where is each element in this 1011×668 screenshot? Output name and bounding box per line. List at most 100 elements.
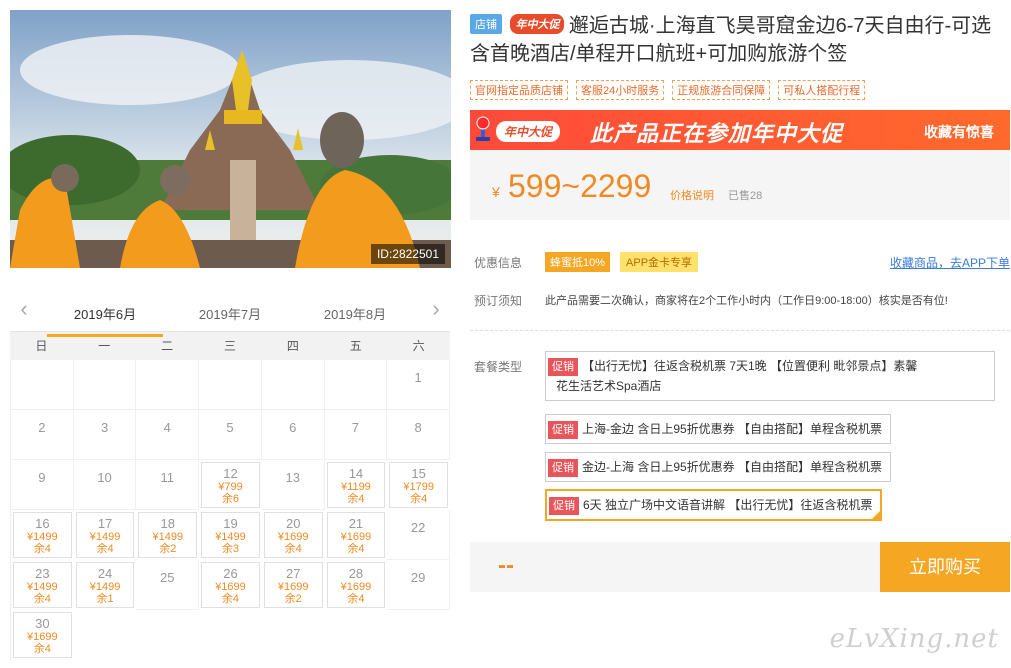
day-number: 21 <box>348 516 364 531</box>
day-number: 4 <box>163 420 171 435</box>
package-option[interactable]: 促销 【出行无忧】往返含税机票 7天1晚 【位置便利 毗邻景点】素馨 花生活艺术S… <box>545 351 995 401</box>
day-price: ¥1499 <box>89 581 121 593</box>
day-number: 13 <box>285 470 300 485</box>
chevron-right-icon[interactable]: › <box>426 298 446 322</box>
day-stock: 余4 <box>410 493 428 505</box>
day-price: ¥1499 <box>215 531 246 543</box>
calendar-day-available[interactable]: 20 ¥1699 余4 <box>263 512 323 558</box>
tab-month-jun[interactable]: 2019年6月 <box>47 304 163 337</box>
day-price: ¥1499 <box>27 581 58 593</box>
package-name: 【出行无忧】往返含税机票 7天1晚 【位置便利 毗邻景点】素馨 <box>582 359 918 373</box>
calendar-day: 25 <box>136 560 200 610</box>
day-number: 6 <box>289 420 297 435</box>
day-number: 1 <box>414 370 422 385</box>
day-number: 15 <box>411 466 426 481</box>
booking-notice-text: 此产品需要二次确认，商家将在2个工作小时内（工作日9:00-18:00）核实是否… <box>545 295 948 307</box>
calendar-day: 1 <box>387 360 450 410</box>
day-stock: 余1 <box>96 593 114 605</box>
calendar-day: 2 <box>11 410 74 460</box>
product-photo[interactable]: ID:2822501 <box>10 10 451 268</box>
day-number: 19 <box>223 516 238 531</box>
product-id-label: ID:2822501 <box>370 244 445 264</box>
day-number: 16 <box>35 516 50 531</box>
calendar-grid: 1 2 3 4 5 6 7 8 9 10 11 12 ¥799 余6 13 14 ¥1199 余4 15 ¥1799 余… <box>10 360 450 660</box>
day-stock: 余6 <box>221 493 240 505</box>
day-price: ¥1699 <box>215 581 246 593</box>
calendar-empty-cell <box>73 360 137 410</box>
promo-banner[interactable]: 年中大促 此产品正在参加年中大促 收藏有惊喜 <box>470 110 1010 150</box>
calendar-day-available[interactable]: 28 ¥1699 余4 <box>326 562 386 608</box>
day-number: 5 <box>226 420 234 435</box>
service-tag: 官网指定品质店铺 <box>470 80 568 100</box>
day-price: ¥1699 <box>277 581 309 593</box>
product-title-block: 店铺 年中大促 邂逅古城·上海直飞昊哥窟金边6-7天自由行-可选含首晚酒店/单程… <box>470 12 1010 68</box>
package-type-label: 套餐类型 <box>474 360 523 374</box>
calendar-day: 10 <box>73 460 137 510</box>
day-number: 11 <box>160 470 175 485</box>
calendar-day: 22 <box>387 510 450 560</box>
day-price: ¥1499 <box>152 531 184 543</box>
store-badge: 店铺 <box>470 14 502 34</box>
collect-app-link[interactable]: 收藏商品，去APP下单 <box>890 254 1010 271</box>
calendar-empty-cell <box>199 360 262 410</box>
package-option[interactable]: 促销 上海-金边 含日上95折优惠券 【自由搭配】单程含税机票 <box>545 414 892 444</box>
day-number: 3 <box>100 420 109 435</box>
day-stock: 余4 <box>33 593 51 605</box>
promo-gift-text: 收藏有惊喜 <box>924 124 994 140</box>
package-option[interactable]: 促销 金边-上海 含日上95折优惠券 【自由搭配】单程含税机票 <box>545 452 892 482</box>
day-number: 17 <box>97 516 113 531</box>
buy-now-button[interactable]: 立即购买 <box>880 542 1010 592</box>
calendar-day-available[interactable]: 23 ¥1499 余4 <box>13 562 72 608</box>
calendar-empty-cell <box>324 360 388 410</box>
calendar-day-available[interactable]: 30 ¥1699 余4 <box>13 612 72 658</box>
calendar-day-available[interactable]: 17 ¥1499 余4 <box>75 512 135 558</box>
day-stock: 余4 <box>33 643 51 655</box>
calendar-day-available[interactable]: 19 ¥1499 余3 <box>201 512 260 558</box>
calendar-day-available[interactable]: 16 ¥1499 余4 <box>13 512 72 558</box>
package-name: 6天 独立广场中文语音讲解 【出行无忧】往返含税机票 <box>583 498 873 512</box>
weekday-label: 五 <box>349 339 362 353</box>
price-range: 599~2299 <box>508 168 652 204</box>
day-stock: 余3 <box>221 543 240 555</box>
calendar-day-available[interactable]: 26 ¥1699 余4 <box>201 562 260 608</box>
offer-badges: 蜂蜜抵10% APP金卡专享 <box>545 252 699 272</box>
service-tag: 可私人搭配行程 <box>778 80 866 100</box>
chevron-left-icon[interactable]: ‹ <box>14 298 34 322</box>
day-price: ¥1699 <box>340 531 372 543</box>
calendar-month-nav: ‹ 2019年6月 2019年7月 2019年8月 › <box>10 290 450 337</box>
day-stock: 余4 <box>221 593 240 605</box>
calendar-day-available[interactable]: 21 ¥1699 余4 <box>326 512 386 558</box>
package-option-selected[interactable]: 促销 6天 独立广场中文语音讲解 【出行无忧】往返含税机票 <box>545 489 883 521</box>
promo-tag: 促销 <box>548 421 578 439</box>
joystick-icon <box>476 116 490 141</box>
calendar-day: 8 <box>387 410 450 460</box>
day-number: 14 <box>348 466 364 481</box>
price-explain-link[interactable]: 价格说明 <box>670 187 714 203</box>
calendar-day-available[interactable]: 18 ¥1499 余2 <box>138 512 198 558</box>
day-price: ¥1699 <box>340 581 372 593</box>
calendar-day-available[interactable]: 12 ¥799 余6 <box>201 462 260 508</box>
day-number: 22 <box>410 520 426 535</box>
service-tag: 正规旅游合同保障 <box>672 80 771 100</box>
calendar-day-available[interactable]: 14 ¥1199 余4 <box>326 462 386 508</box>
day-stock: 余4 <box>347 493 365 505</box>
day-number: 2 <box>38 420 46 435</box>
calendar-empty-cell <box>261 360 325 410</box>
day-stock: 余4 <box>284 543 302 555</box>
calendar-day-available[interactable]: 27 ¥1699 余2 <box>263 562 323 608</box>
package-name-cont: 花生活艺术Spa酒店 <box>556 379 662 393</box>
tab-month-aug[interactable]: 2019年8月 <box>305 304 405 323</box>
day-number: 18 <box>160 516 176 531</box>
day-stock: 余4 <box>33 543 51 555</box>
day-stock: 余2 <box>159 543 177 555</box>
calendar-day-available[interactable]: 15 ¥1799 余4 <box>389 462 448 508</box>
weekday-label: 三 <box>224 339 237 353</box>
day-number: 26 <box>223 566 238 581</box>
tab-month-jul[interactable]: 2019年7月 <box>180 304 280 323</box>
temple-image <box>10 10 451 268</box>
calendar-day-available[interactable]: 24 ¥1499 余1 <box>75 562 135 608</box>
promo-tag: 促销 <box>548 459 578 477</box>
day-number: 12 <box>223 466 238 481</box>
day-number: 24 <box>97 566 113 581</box>
total-price-bar: -- <box>470 542 880 592</box>
